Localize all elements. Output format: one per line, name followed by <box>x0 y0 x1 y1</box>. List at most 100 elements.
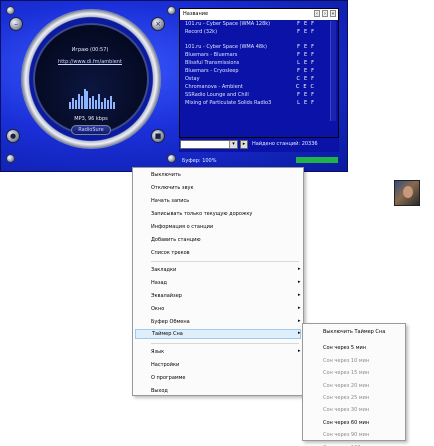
buffer-progress-fill <box>296 157 338 163</box>
stop-button[interactable]: ■ <box>151 129 165 143</box>
menu-item-add-station[interactable]: Добавить станцию <box>151 236 201 244</box>
menu-item-track-list[interactable]: Список треков <box>151 249 190 257</box>
list-scrollbar[interactable] <box>330 21 336 121</box>
station-flags: CEF <box>296 76 318 82</box>
menu-separator <box>151 343 299 344</box>
station-name: 101.ru - Cyber Space (WMA 48k) <box>185 44 267 50</box>
station-row[interactable]: Ostay CEF <box>180 75 338 83</box>
screw-bolt <box>6 6 15 15</box>
screw-bolt <box>167 6 176 15</box>
station-flags: FEF <box>297 29 318 35</box>
search-combo[interactable]: ▾ <box>180 140 238 149</box>
buffer-progress <box>296 157 338 163</box>
equalizer-bar <box>86 91 89 109</box>
close-button[interactable]: × <box>151 17 165 31</box>
station-url-link[interactable]: http://www.di.fm/ambient <box>56 59 124 65</box>
list-header: Название ‹ › « <box>180 9 338 20</box>
submenu-arrow-icon: ▸ <box>298 318 301 324</box>
menu-item-clipboard[interactable]: Буфер Обмена <box>151 318 190 326</box>
menu-item-mute[interactable]: Отключить звук <box>151 184 194 192</box>
menu-item-back[interactable]: Назад <box>151 279 167 287</box>
submenu-arrow-icon: ▸ <box>298 266 301 272</box>
context-menu: Выключить Отключить звук Начать запись З… <box>132 167 304 396</box>
sleep-timer-option[interactable]: Сон через 5 мин <box>323 344 366 352</box>
equalizer-bar <box>95 100 98 109</box>
submenu-arrow-icon: ▸ <box>298 305 301 311</box>
equalizer-bar <box>77 93 80 109</box>
column-header-name[interactable]: Название <box>183 11 208 17</box>
chevron-down-icon[interactable]: ▾ <box>229 141 237 148</box>
sleep-timer-option: Сон через 10 мин <box>323 357 370 364</box>
menu-item-bookmarks[interactable]: Закладки <box>151 266 176 274</box>
station-flags: LEF <box>297 100 318 106</box>
go-button[interactable]: ▸ <box>240 140 248 149</box>
submenu-arrow-icon: ▸ <box>298 348 301 354</box>
sleep-timer-option: Сон через 30 мин <box>323 407 370 414</box>
station-row[interactable]: Mixing of Particulate Solids Radio3 LEF <box>180 99 338 107</box>
station-name: 101.ru - Cyber Space (WMA 128k) <box>185 21 271 27</box>
station-row[interactable]: Chromanova - Ambient CEC <box>180 83 338 91</box>
station-flags: FEF <box>297 21 318 27</box>
station-list: Название ‹ › « 101.ru - Cyber Space (WMA… <box>179 8 339 138</box>
menu-item-language[interactable]: Язык <box>151 348 164 356</box>
menu-item-equalizer[interactable]: Эквалайзер <box>151 292 182 300</box>
buffer-label: Буфер: 100% <box>182 158 217 164</box>
station-row[interactable]: Bluemars - Bluemars FEF <box>180 51 338 59</box>
station-flags: FEF <box>297 44 318 50</box>
minimize-button[interactable]: – <box>9 17 23 31</box>
sleep-timer-off-item[interactable]: Выключить Таймер Сна <box>323 328 385 336</box>
menu-item-exit[interactable]: Выход <box>151 387 168 395</box>
menu-item-start-recording[interactable]: Начать запись <box>151 197 189 205</box>
station-row[interactable]: Record (32k) FEF <box>180 28 338 36</box>
equalizer-bar <box>98 93 100 109</box>
menu-item-station-info[interactable]: Информация о станции <box>151 223 213 231</box>
nav-prev-button[interactable]: ‹ <box>314 10 320 17</box>
equalizer-visualizer <box>69 87 115 109</box>
station-row[interactable]: Bluemars - Cryosleep FEF <box>180 67 338 75</box>
submenu-arrow-icon: ▸ <box>298 279 301 285</box>
screw-bolt <box>6 154 15 163</box>
station-name: Blissful Transmissions <box>185 60 240 66</box>
station-name: Mixing of Particulate Solids Radio3 <box>185 100 272 106</box>
station-row[interactable]: Blissful Transmissions LEF <box>180 59 338 67</box>
station-row[interactable]: SSRadio Lounge and Chill FEF <box>180 91 338 99</box>
equalizer-bar <box>103 98 106 109</box>
sleep-timer-option: Сон через 25 мин <box>323 395 370 401</box>
station-name: Record (32k) <box>185 29 218 35</box>
equalizer-bar <box>71 98 74 109</box>
equalizer-bar <box>83 89 86 109</box>
station-row[interactable]: 101.ru - Cyber Space (WMA 128k) FEF <box>180 20 338 28</box>
equalizer-bar <box>89 98 92 109</box>
equalizer-bar <box>100 102 103 109</box>
station-flags: CEC <box>295 84 318 90</box>
submenu-arrow-icon: ▸ <box>298 292 301 298</box>
sleep-timer-submenu: Выключить Таймер Сна Сон через 5 мин Сон ч… <box>302 323 406 446</box>
menu-item-power-off[interactable]: Выключить <box>151 171 181 179</box>
menu-item-about[interactable]: О программе <box>151 374 186 382</box>
station-flags: FEF <box>297 52 318 58</box>
menu-item-sleep-timer[interactable]: Таймер Сна <box>135 329 301 339</box>
equalizer-bar <box>80 95 83 109</box>
equalizer-bar <box>92 95 95 109</box>
station-row[interactable]: 101.ru - Cyber Space (WMA 48k) FEF <box>180 43 338 51</box>
equalizer-bar <box>106 100 109 109</box>
station-flags: FEF <box>297 92 318 98</box>
menu-item-settings[interactable]: Настройки <box>151 361 179 369</box>
menu-item-window[interactable]: Окно <box>151 305 164 313</box>
equalizer-bar <box>109 95 112 109</box>
station-name: Chromanova - Ambient <box>185 84 243 90</box>
nav-next-button[interactable]: › <box>322 10 328 17</box>
station-name: SSRadio Lounge and Chill <box>185 92 249 98</box>
tray-avatar-image[interactable] <box>394 180 420 206</box>
sleep-timer-option: Сон через 15 мин <box>323 370 370 377</box>
nav-menu-button[interactable]: « <box>330 10 336 17</box>
sleep-timer-option[interactable]: Сон через 60 мин <box>323 419 369 427</box>
station-name: Bluemars - Cryosleep <box>185 68 239 74</box>
record-button[interactable]: ● <box>6 129 20 143</box>
equalizer-bar <box>74 100 77 109</box>
sleep-timer-option: Сон через 90 мин <box>323 432 370 439</box>
equalizer-bar <box>112 102 115 109</box>
menu-item-record-current-track[interactable]: Записывать только текущую дорожку <box>151 210 252 218</box>
screw-bolt <box>167 154 176 163</box>
station-count: Найдено станций: 20336 <box>252 141 318 147</box>
